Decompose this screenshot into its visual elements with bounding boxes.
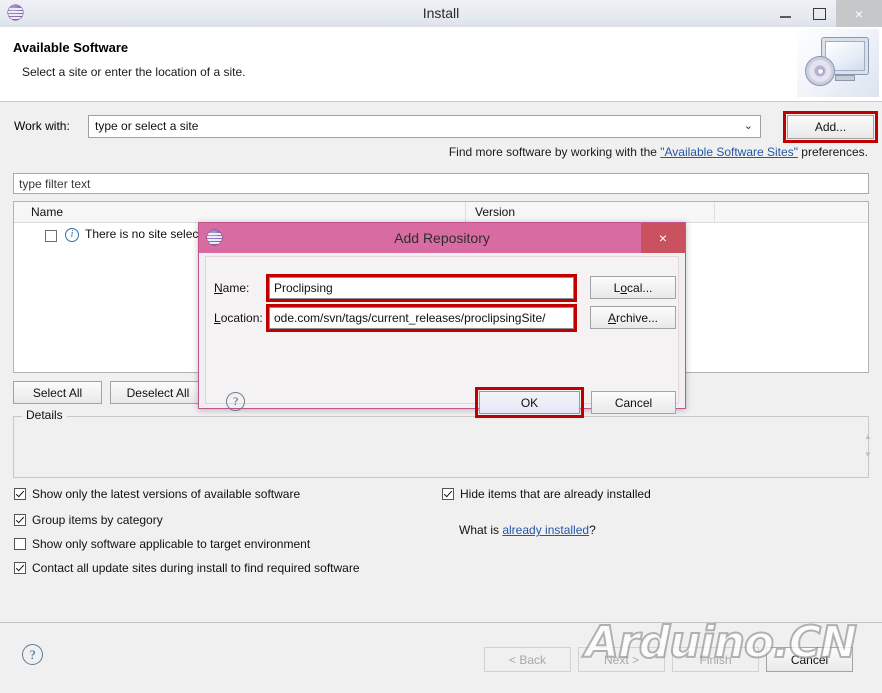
what-is-suffix: ? [589, 523, 596, 537]
add-button[interactable]: Add... [787, 115, 874, 139]
info-icon: i [65, 228, 79, 242]
filter-input[interactable]: type filter text [13, 173, 869, 194]
sites-hint-prefix: Find more software by working with the [448, 145, 661, 159]
minimize-icon [779, 16, 791, 18]
window-title: Install [422, 5, 460, 21]
work-with-row: Work with: type or select a site ⌄ Add..… [14, 111, 878, 143]
sites-hint-suffix: preferences. [797, 145, 868, 159]
deselect-all-button[interactable]: Deselect All [110, 381, 206, 404]
window-controls: × [768, 0, 882, 27]
monitor-cd-icon [797, 29, 879, 97]
ok-button[interactable]: OK [479, 391, 580, 414]
details-scrollbar[interactable]: ▲ ▼ [862, 433, 874, 459]
option-label: Hide items that are already installed [460, 487, 651, 501]
checkbox-icon [14, 488, 26, 500]
filter-placeholder: type filter text [19, 177, 91, 191]
column-header-version[interactable]: Version [475, 205, 515, 219]
row-checkbox[interactable] [45, 230, 57, 242]
available-software-sites-link[interactable]: "Available Software Sites" [660, 145, 798, 159]
wizard-header: Available Software Select a site or ente… [0, 27, 882, 102]
next-button: Next > [578, 647, 665, 672]
location-field[interactable]: ode.com/svn/tags/current_releases/procli… [269, 307, 574, 329]
option-label: Group items by category [32, 513, 163, 527]
work-with-value: type or select a site [95, 119, 199, 133]
what-is-installed-text: What is already installed? [459, 523, 596, 537]
maximize-icon [812, 7, 826, 20]
row-label: There is no site selected [85, 227, 216, 241]
archive-button[interactable]: Archive... [590, 306, 676, 329]
add-repository-dialog: Add Repository × Name: Proclipsing Lo cal… [198, 222, 686, 418]
dialog-content: Name: Proclipsing Lo cal... Location: ode… [205, 256, 679, 418]
scroll-up-icon[interactable]: ▲ [864, 433, 872, 441]
option-hide-installed[interactable]: Hide items that are already installed [442, 486, 651, 502]
table-header: Name Version [14, 202, 868, 223]
dialog-help-icon[interactable]: ? [226, 392, 245, 411]
select-all-button[interactable]: Select All [13, 381, 102, 404]
close-button[interactable]: × [836, 0, 882, 27]
minimize-button[interactable] [768, 0, 802, 27]
dialog-cancel-button[interactable]: Cancel [591, 391, 676, 414]
what-is-prefix: What is [459, 523, 503, 537]
dialog-titlebar: Add Repository × [199, 223, 685, 253]
option-label: Show only software applicable to target … [32, 537, 311, 551]
option-contact-update-sites[interactable]: Contact all update sites during install … [14, 560, 360, 576]
checkbox-icon [14, 538, 26, 550]
option-group-by-category[interactable]: Group items by category [14, 512, 163, 528]
name-field[interactable]: Proclipsing [269, 277, 574, 299]
checkbox-icon [14, 514, 26, 526]
work-with-label: Work with: [14, 119, 70, 133]
details-legend: Details [22, 408, 67, 422]
sites-hint: Find more software by working with the "… [449, 145, 868, 159]
scroll-down-icon[interactable]: ▼ [864, 451, 872, 459]
name-label: Name: [214, 281, 250, 295]
option-latest-versions[interactable]: Show only the latest versions of availab… [14, 486, 300, 502]
window-titlebar: Install × [0, 0, 882, 28]
location-label: Location: [214, 311, 263, 325]
dialog-title: Add Repository [394, 230, 490, 246]
option-label: Contact all update sites during install … [32, 561, 360, 575]
back-button: < Back [484, 647, 571, 672]
already-installed-link[interactable]: already installed [502, 523, 589, 537]
dialog-close-button[interactable]: × [641, 223, 685, 253]
option-target-environment[interactable]: Show only software applicable to target … [14, 536, 310, 552]
chevron-down-icon: ⌄ [743, 120, 753, 132]
cancel-button[interactable]: Cancel [766, 647, 853, 672]
checkbox-icon [442, 488, 454, 500]
column-header-name[interactable]: Name [31, 205, 63, 219]
checkbox-icon [14, 562, 26, 574]
finish-button: Finish [672, 647, 759, 672]
install-wizard-window: Install × Available Software Select a si… [0, 0, 882, 693]
work-with-combo[interactable]: type or select a site ⌄ [88, 115, 761, 138]
details-panel [13, 416, 869, 478]
page-subtitle: Select a site or enter the location of a… [22, 65, 246, 79]
local-button[interactable]: Lo cal... [590, 276, 676, 299]
page-title: Available Software [13, 40, 129, 55]
option-label: Show only the latest versions of availab… [32, 487, 301, 501]
help-icon[interactable]: ? [22, 644, 43, 665]
maximize-button[interactable] [802, 0, 836, 27]
